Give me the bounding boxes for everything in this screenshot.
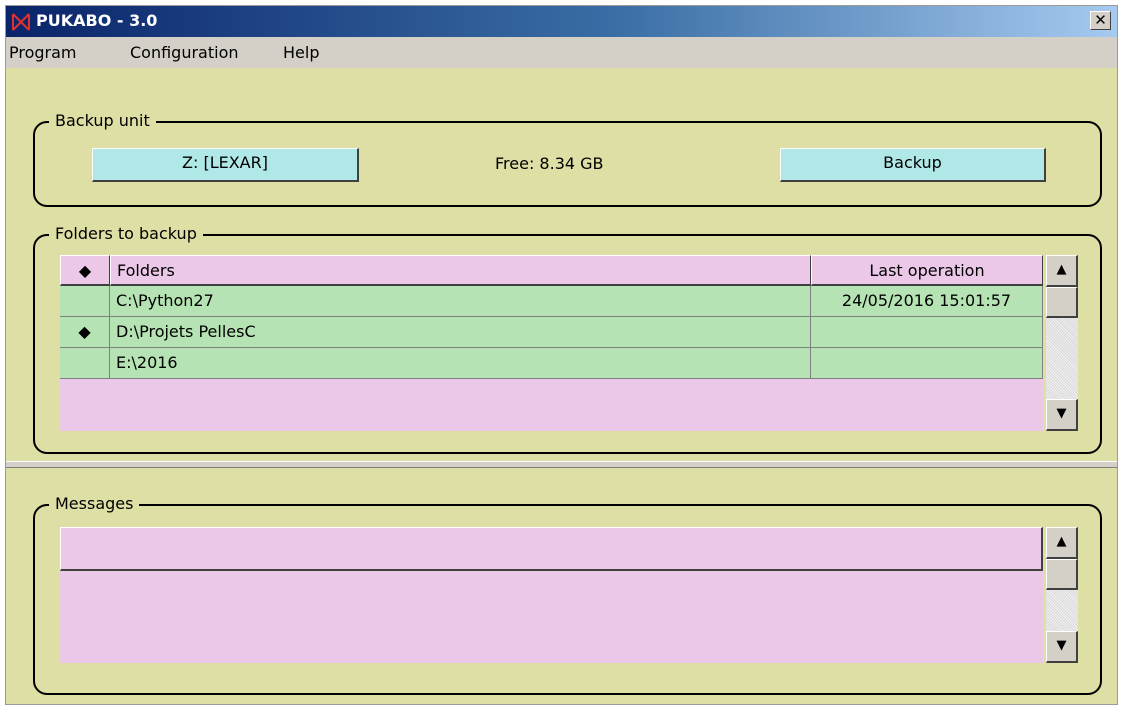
menu-configuration[interactable]: Configuration <box>130 43 239 63</box>
upper-panel: Backup unit Z: [LEXAR] Free: 8.34 GB Bac… <box>6 68 1117 461</box>
folders-legend: Folders to backup <box>49 224 203 244</box>
row-last-operation <box>811 348 1043 379</box>
scroll-down-icon[interactable]: ▼ <box>1046 399 1078 431</box>
row-marker[interactable] <box>60 348 110 379</box>
backup-unit-group: Backup unit Z: [LEXAR] Free: 8.34 GB Bac… <box>33 111 1102 207</box>
messages-group: Messages ▲ ▼ <box>33 494 1102 695</box>
scroll-up-icon[interactable]: ▲ <box>1046 527 1078 559</box>
table-header: ◆ Folders Last operation <box>60 255 1043 286</box>
menu-program[interactable]: Program <box>9 43 77 63</box>
row-folder[interactable]: D:\Projets PellesC <box>110 317 811 348</box>
header-folders[interactable]: Folders <box>110 255 811 286</box>
app-logo-icon <box>12 13 30 31</box>
free-space-label: Free: 8.34 GB <box>495 154 604 173</box>
row-marker[interactable]: ◆ <box>60 317 110 348</box>
scroll-thumb[interactable] <box>1046 287 1078 318</box>
row-last-operation <box>811 317 1043 348</box>
row-marker[interactable] <box>60 286 110 317</box>
row-folder[interactable]: C:\Python27 <box>110 286 811 317</box>
backup-button[interactable]: Backup <box>780 148 1046 182</box>
folders-scrollbar[interactable]: ▲ ▼ <box>1046 255 1078 431</box>
table-row[interactable]: C:\Python27 24/05/2016 15:01:57 <box>60 286 1043 317</box>
scroll-up-icon[interactable]: ▲ <box>1046 255 1078 287</box>
messages-legend: Messages <box>49 494 140 514</box>
scroll-thumb[interactable] <box>1046 559 1078 590</box>
close-icon: ✕ <box>1094 11 1107 29</box>
title-bar[interactable]: PUKABO - 3.0 ✕ <box>6 6 1117 37</box>
header-last-operation[interactable]: Last operation <box>811 255 1043 286</box>
messages-list <box>60 527 1043 663</box>
menu-help[interactable]: Help <box>283 43 319 63</box>
menu-bar: Program Configuration Help <box>6 37 1117 67</box>
header-marker-cell[interactable]: ◆ <box>60 255 110 286</box>
messages-scrollbar[interactable]: ▲ ▼ <box>1046 527 1078 663</box>
window-title: PUKABO - 3.0 <box>36 11 158 30</box>
folders-table: ◆ Folders Last operation C:\Python27 24/… <box>60 255 1043 431</box>
app-window: PUKABO - 3.0 ✕ Program Configuration Hel… <box>5 5 1118 705</box>
lower-panel: Messages ▲ ▼ <box>6 468 1117 704</box>
folders-group: Folders to backup ◆ Folders Last operati… <box>33 224 1102 454</box>
scroll-down-icon[interactable]: ▼ <box>1046 631 1078 663</box>
drive-select-button[interactable]: Z: [LEXAR] <box>92 148 359 182</box>
row-folder[interactable]: E:\2016 <box>110 348 811 379</box>
backup-unit-legend: Backup unit <box>49 111 156 131</box>
row-last-operation: 24/05/2016 15:01:57 <box>811 286 1043 317</box>
table-row[interactable]: ◆ D:\Projets PellesC <box>60 317 1043 348</box>
close-button[interactable]: ✕ <box>1090 11 1111 30</box>
pane-splitter[interactable] <box>6 461 1117 468</box>
table-row[interactable]: E:\2016 <box>60 348 1043 379</box>
messages-header[interactable] <box>60 527 1043 571</box>
